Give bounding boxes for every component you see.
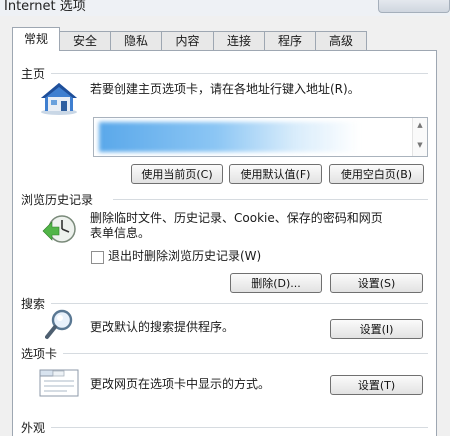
tabs-section-divider [63,353,428,354]
scroll-up-arrow-icon[interactable]: ▲ [413,121,427,129]
tab-connections[interactable]: 连接 [213,31,265,50]
tab-advanced[interactable]: 高级 [315,31,367,50]
tabs-description: 更改网页在选项卡中显示的方式。 [90,377,271,391]
search-settings-button[interactable]: 设置(I) [330,319,423,339]
use-blank-page-button[interactable]: 使用空白页(B) [329,164,424,184]
delete-history-button[interactable]: 删除(D)... [230,273,322,293]
home-page-address-textarea[interactable]: ▲ ▼ [93,117,428,157]
window-close-button[interactable] [378,0,450,13]
general-tab-panel: 主页 若要创建主页选项卡，请在各地址行键入地址(R)。 ▲ ▼ 使用当前页(C)… [12,50,437,436]
home-section-title: 主页 [21,67,46,81]
appearance-section-divider [51,427,428,428]
tabs-section-title: 选项卡 [21,347,58,361]
search-description: 更改默认的搜索提供程序。 [90,320,235,334]
history-clock-icon [42,215,76,243]
address-scrollbar[interactable]: ▲ ▼ [412,118,427,156]
tab-content[interactable]: 内容 [161,31,214,50]
home-description: 若要创建主页选项卡，请在各地址行键入地址(R)。 [90,82,360,96]
history-section-divider [113,199,428,200]
search-section-title: 搜索 [21,297,46,311]
tab-programs[interactable]: 程序 [264,31,316,50]
tabs-settings-button[interactable]: 设置(T) [330,375,423,395]
tab-privacy[interactable]: 隐私 [110,31,162,50]
history-description-line1: 删除临时文件、历史记录、Cookie、保存的密码和网页 [90,211,383,225]
search-section-divider [51,303,428,304]
scroll-down-arrow-icon[interactable]: ▼ [413,141,427,149]
tab-general[interactable]: 常规 [12,27,60,51]
title-bar: Internet 选项 [0,0,450,16]
search-magnifier-icon [45,309,73,339]
use-default-button[interactable]: 使用默认值(F) [229,164,322,184]
home-page-address-value [99,122,359,152]
appearance-section-title: 外观 [21,421,46,435]
home-section-divider [51,73,428,74]
history-settings-button[interactable]: 设置(S) [330,273,423,293]
history-description-line2: 表单信息。 [90,226,151,240]
delete-history-on-exit-checkbox[interactable] [91,251,104,264]
history-section-title: 浏览历史记录 [21,193,94,207]
delete-history-on-exit-label: 退出时删除浏览历史记录(W) [108,249,262,263]
window-title: Internet 选项 [4,0,86,14]
use-current-page-button[interactable]: 使用当前页(C) [131,164,223,184]
tab-security[interactable]: 安全 [59,31,111,50]
tabbed-browsing-icon [39,369,79,397]
house-icon [41,83,77,115]
